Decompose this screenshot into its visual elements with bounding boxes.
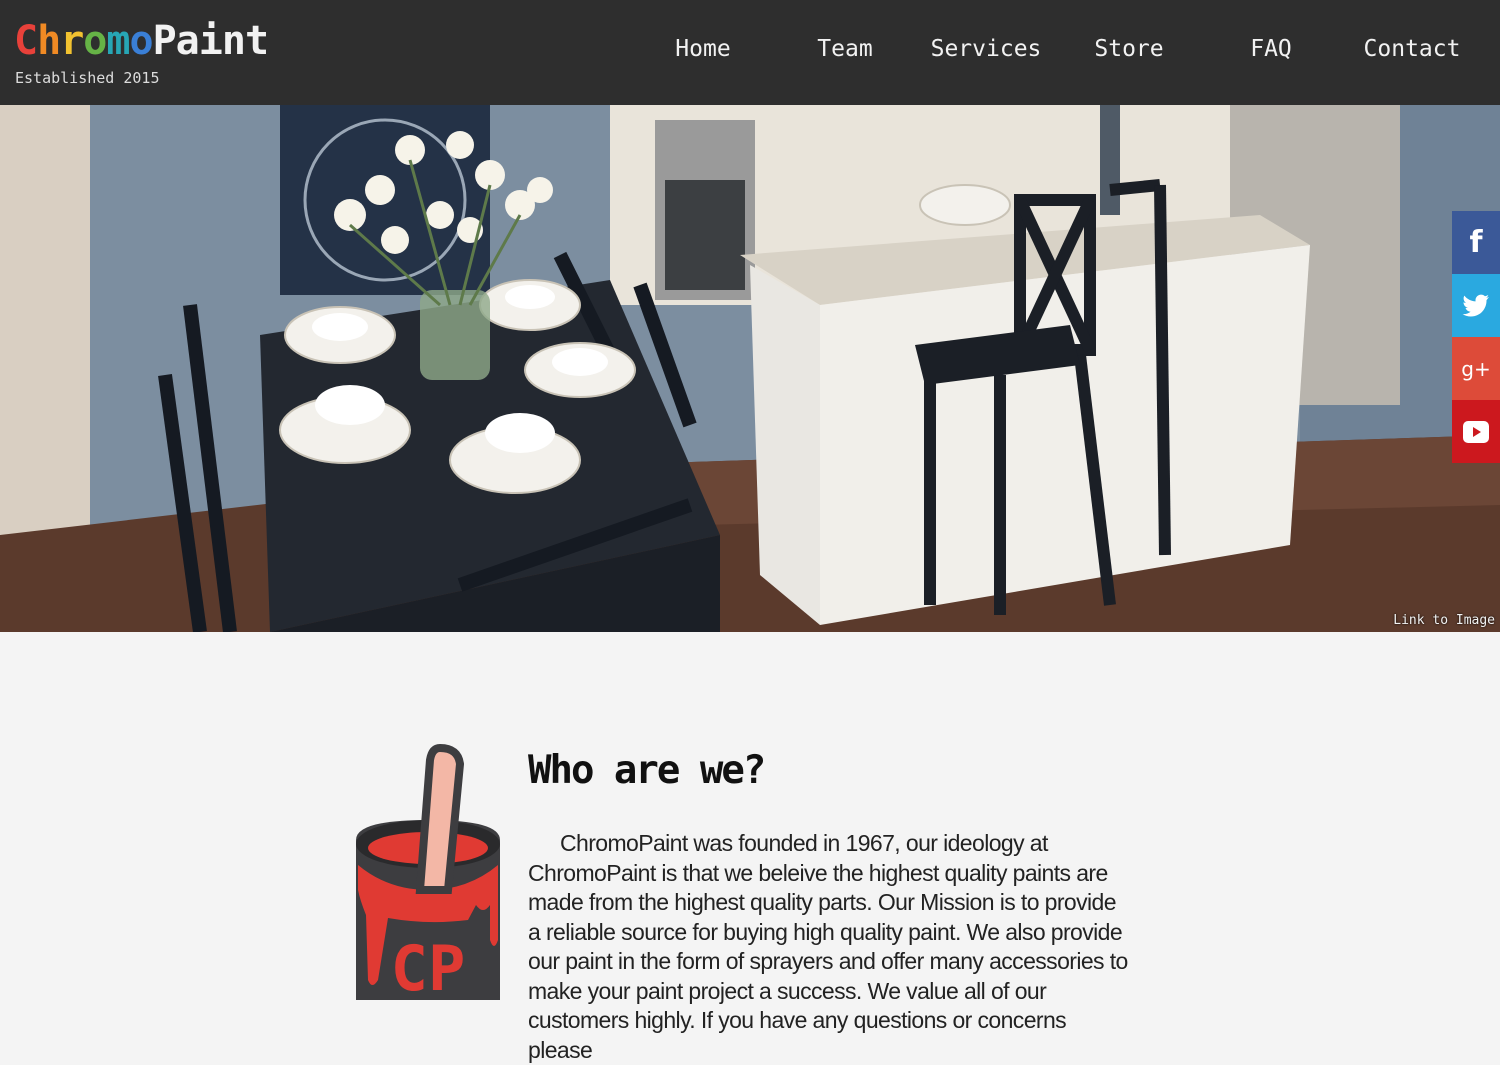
about-text: ChromoPaint was founded in 1967, our ide…	[528, 830, 1128, 1063]
facebook-icon: f	[1469, 225, 1483, 260]
youtube-icon	[1463, 420, 1489, 443]
youtube-button[interactable]	[1452, 400, 1500, 463]
nav-store[interactable]: Store	[1094, 32, 1163, 66]
image-link[interactable]: Link to Image	[1393, 613, 1495, 628]
google-plus-button[interactable]: g+	[1452, 337, 1500, 400]
twitter-button[interactable]	[1452, 274, 1500, 337]
kitchen-photo	[0, 105, 1500, 632]
paint-can-logo: CP	[356, 743, 500, 1000]
hero-image: Link to Image	[0, 105, 1500, 632]
main-nav: Home Team Services Store FAQ Contact	[0, 32, 1500, 68]
site-header: ChromoPaint Established 2015 Home Team S…	[0, 0, 1500, 105]
brand-tagline: Established 2015	[15, 69, 160, 87]
nav-contact[interactable]: Contact	[1364, 32, 1461, 66]
about-title: Who are we?	[528, 748, 766, 793]
nav-services[interactable]: Services	[931, 32, 1042, 66]
nav-team[interactable]: Team	[817, 32, 872, 66]
can-logo-text: CP	[391, 932, 466, 1000]
facebook-button[interactable]: f	[1452, 211, 1500, 274]
nav-home[interactable]: Home	[675, 32, 730, 66]
twitter-icon	[1462, 294, 1489, 316]
google-plus-icon: g+	[1461, 356, 1491, 381]
social-bar: f g+	[1452, 211, 1500, 463]
nav-faq[interactable]: FAQ	[1250, 32, 1292, 66]
